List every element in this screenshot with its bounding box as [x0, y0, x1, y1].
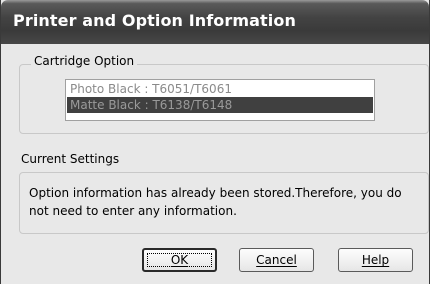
help-button[interactable]: Help [338, 248, 413, 272]
ok-button-label: OK [170, 253, 189, 267]
ok-button[interactable]: OK [142, 248, 217, 272]
help-button-label: Help [361, 253, 390, 267]
list-item-photo-black[interactable]: Photo Black : T6051/T6061 [67, 81, 373, 97]
cartridge-option-label: Cartridge Option [31, 54, 138, 68]
cancel-button-label: Cancel [256, 253, 297, 267]
dialog-title: Printer and Option Information [13, 11, 296, 30]
dialog-window: Printer and Option Information Cartridge… [0, 0, 430, 284]
title-bar[interactable]: Printer and Option Information [1, 0, 429, 44]
current-settings-message: Option information has already been stor… [29, 186, 402, 218]
cartridge-option-listbox[interactable]: Photo Black : T6051/T6061 Matte Black : … [65, 79, 375, 121]
list-item-matte-black[interactable]: Matte Black : T6138/T6148 [67, 97, 373, 113]
current-settings-label: Current Settings [21, 152, 120, 166]
cancel-button[interactable]: Cancel [239, 248, 314, 272]
